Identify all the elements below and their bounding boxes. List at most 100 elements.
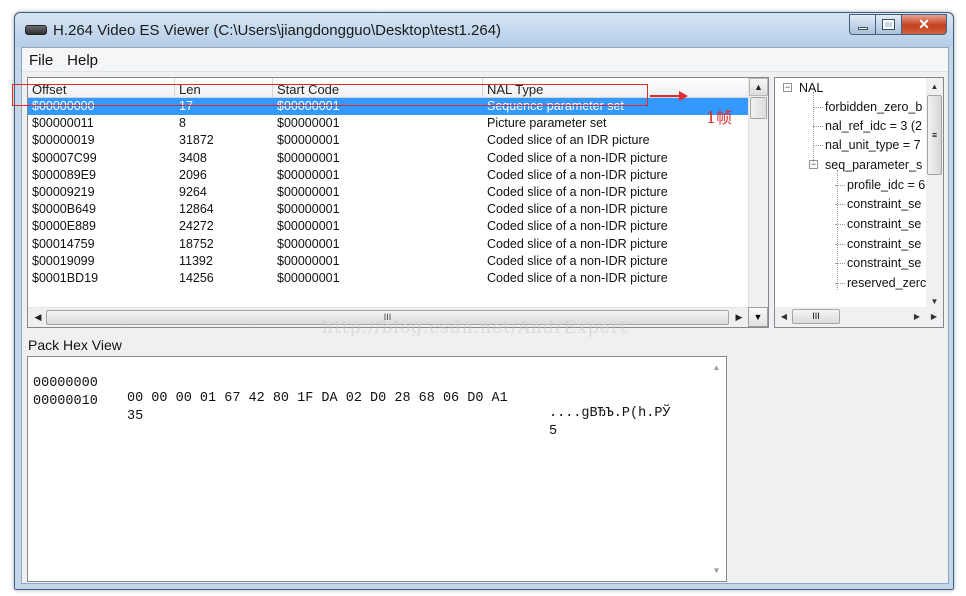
nal-list-vertical-scrollbar[interactable]: ▲ [748, 78, 768, 309]
tree-connector [813, 126, 823, 127]
tree-scroll-thumb[interactable]: ≡ [927, 95, 942, 175]
cell-nal-type: Coded slice of a non-IDR picture [487, 270, 668, 285]
tree-node[interactable]: NAL [799, 81, 823, 95]
scroll-left-icon[interactable]: ◀ [29, 309, 47, 326]
tree-connector [813, 92, 814, 162]
tree-node[interactable]: seq_parameter_s [825, 158, 922, 172]
tree-vertical-scrollbar[interactable]: ▲ ≡ ▼ [926, 78, 943, 309]
tree-horizontal-scrollbar[interactable]: ◀ III ▶ ▶ [775, 307, 943, 327]
tree-node[interactable]: reserved_zerc [847, 276, 926, 290]
hex-bytes: 35 [127, 409, 144, 424]
menu-file[interactable]: File [22, 48, 60, 71]
scroll-down-icon[interactable]: ▼ [708, 562, 725, 578]
close-button[interactable]: ✕ [902, 14, 947, 35]
table-row[interactable]: $00019099 11392 $00000001 Coded slice of a … [28, 253, 750, 270]
cell-nal-type: Coded slice of an IDR picture [487, 133, 650, 148]
maximize-button[interactable] [876, 14, 902, 35]
minimize-button[interactable] [849, 14, 876, 35]
cell-nal-type: Coded slice of a non-IDR picture [487, 150, 668, 165]
cell-nal-type: Coded slice of a non-IDR picture [487, 202, 668, 217]
table-row[interactable]: $00000019 31872 $00000001 Coded slice of an… [28, 132, 750, 149]
cell-offset: $0001BD19 [32, 270, 99, 285]
hex-bytes: 00 00 00 01 67 42 80 1F DA 02 D0 28 68 0… [127, 391, 508, 406]
column-header-nal-type[interactable]: NAL Type [483, 78, 750, 98]
cell-offset: $0000B649 [32, 202, 96, 217]
annotation-arrow [650, 91, 688, 101]
hex-vertical-scrollbar[interactable]: ▲ ▼ [706, 357, 726, 581]
scroll-up-icon[interactable]: ▲ [926, 78, 943, 94]
scroll-up-icon[interactable]: ▲ [708, 359, 725, 375]
cell-len: 8 [179, 116, 186, 131]
nal-list-view[interactable]: Offset Len Start Code NAL Type $00000000… [27, 77, 769, 328]
scroll-left-icon[interactable]: ◀ [777, 309, 791, 324]
cell-len: 31872 [179, 133, 214, 148]
client-area: File Help Offset Len Start Code NAL Type… [21, 47, 949, 584]
cell-start-code: $00000001 [277, 99, 340, 113]
cell-offset: $00007C99 [32, 150, 97, 165]
maximize-icon [882, 19, 895, 30]
app-icon[interactable] [25, 25, 47, 35]
tree-node[interactable]: constraint_se [847, 217, 921, 231]
hex-view-panel[interactable]: 00000000 00 00 00 01 67 42 80 1F DA 02 D… [27, 356, 727, 582]
cell-offset: $00000000 [32, 99, 95, 113]
cell-offset: $0000E889 [32, 219, 96, 234]
menu-help[interactable]: Help [60, 48, 105, 71]
menu-bar: File Help [22, 48, 948, 72]
table-row[interactable]: $000089E9 2096 $00000001 Coded slice of a n… [28, 167, 750, 184]
scroll-right-icon[interactable]: ▶ [910, 309, 924, 324]
tree-connector [837, 170, 838, 290]
annotation-label: 1帧 [706, 108, 733, 127]
column-header-offset[interactable]: Offset [28, 78, 175, 98]
tree-node[interactable]: forbidden_zero_b [825, 100, 922, 114]
cell-start-code: $00000001 [277, 202, 340, 217]
cell-nal-type: Coded slice of a non-IDR picture [487, 219, 668, 234]
tree-node[interactable]: constraint_se [847, 256, 921, 270]
scroll-right-icon[interactable]: ▶ [927, 309, 941, 324]
hex-view-label: Pack Hex View [28, 337, 122, 353]
cell-start-code: $00000001 [277, 116, 340, 131]
tree-node[interactable]: constraint_se [847, 237, 921, 251]
tree-connector [813, 145, 823, 146]
scroll-up-icon[interactable]: ▲ [749, 78, 768, 96]
cell-start-code: $00000001 [277, 253, 340, 268]
watermark: http://blog.csdn.net/AndrExpert [322, 318, 628, 338]
table-row[interactable]: $00000011 8 $00000001 Picture parameter set [28, 115, 750, 132]
cell-len: 24272 [179, 219, 214, 234]
minimize-icon [857, 27, 868, 30]
column-header-start-code[interactable]: Start Code [273, 78, 483, 98]
nal-rows: $00000000 17 $00000001 Sequence parameter s… [28, 98, 750, 287]
cell-len: 18752 [179, 236, 214, 251]
chevron-down-icon[interactable]: ▼ [748, 307, 768, 327]
cell-start-code: $00000001 [277, 236, 340, 251]
tree-scroll-thumb-horizontal[interactable]: III [792, 309, 840, 324]
cell-len: 3408 [179, 150, 207, 165]
cell-start-code: $00000001 [277, 184, 340, 199]
cell-nal-type: Coded slice of a non-IDR picture [487, 253, 668, 268]
title-bar[interactable]: H.264 Video ES Viewer (C:\Users\jiangdon… [15, 13, 953, 47]
caption-buttons: ✕ [849, 14, 947, 36]
tree-node[interactable]: nal_unit_type = 7 [825, 138, 921, 152]
table-row[interactable]: $0000E889 24272 $00000001 Coded slice of a … [28, 218, 750, 235]
column-header-len[interactable]: Len [175, 78, 273, 98]
table-row[interactable]: $00000000 17 $00000001 Sequence parameter s… [28, 98, 750, 116]
table-row[interactable]: $00007C99 3408 $00000001 Coded slice of a n… [28, 150, 750, 167]
cell-len: 14256 [179, 270, 214, 285]
tree-node[interactable]: profile_idc = 6 [847, 178, 925, 192]
cell-len: 9264 [179, 184, 207, 199]
window-title: H.264 Video ES Viewer (C:\Users\jiangdon… [53, 22, 502, 39]
nal-tree-view[interactable]: ▲ ≡ ▼ ◀ III ▶ ▶ − NAL forbidden_zero_b nal_… [774, 77, 944, 328]
tree-node[interactable]: nal_ref_idc = 3 (2 [825, 119, 922, 133]
table-row[interactable]: $00009219 9264 $00000001 Coded slice of a n… [28, 184, 750, 201]
scroll-right-icon[interactable]: ▶ [730, 309, 748, 326]
scroll-thumb[interactable] [750, 97, 767, 119]
app-window: H.264 Video ES Viewer (C:\Users\jiangdon… [14, 12, 954, 590]
table-row[interactable]: $0001BD19 14256 $00000001 Coded slice of a … [28, 270, 750, 287]
table-row[interactable]: $00014759 18752 $00000001 Coded slice of a … [28, 236, 750, 253]
table-row[interactable]: $0000B649 12864 $00000001 Coded slice of a … [28, 201, 750, 218]
hex-address: 00000010 [33, 394, 98, 409]
tree-node[interactable]: constraint_se [847, 197, 921, 211]
tree-expander-icon[interactable]: − [783, 83, 792, 92]
cell-start-code: $00000001 [277, 150, 340, 165]
cell-len: 11392 [179, 253, 213, 268]
hex-line: 00000010 35 5 [33, 379, 557, 454]
